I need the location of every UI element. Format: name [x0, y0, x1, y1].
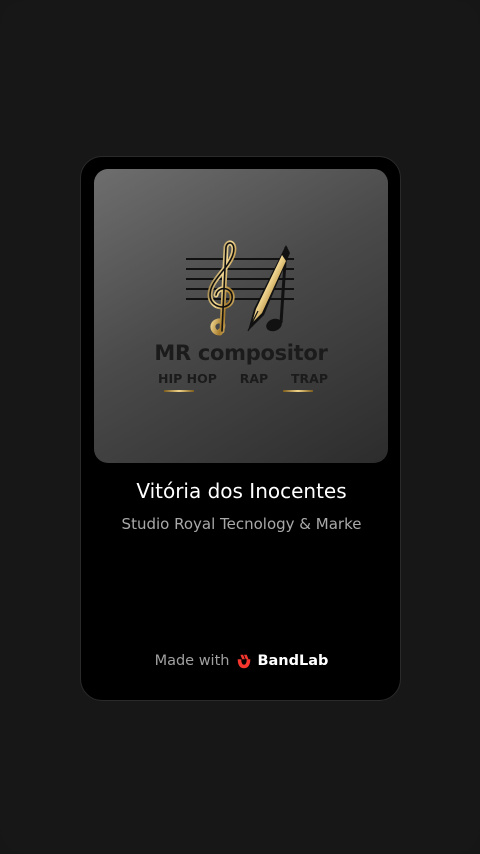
share-card: MR compositor HIP HOP RAP TRAP Vitória d…	[80, 156, 401, 701]
cover-genres: HIP HOP RAP TRAP	[158, 371, 328, 386]
genre-label: TRAP	[291, 371, 328, 386]
screen: MR compositor HIP HOP RAP TRAP Vitória d…	[0, 0, 480, 854]
bandlab-logo-icon	[238, 654, 251, 669]
track-title[interactable]: Vitória dos Inocentes	[81, 479, 402, 503]
artist-name[interactable]: Studio Royal Tecnology & Marke	[81, 515, 402, 533]
cover-logo-title: MR compositor	[154, 341, 328, 365]
music-logo-icon	[186, 240, 294, 336]
gold-divider-left	[164, 390, 194, 392]
album-cover[interactable]: MR compositor HIP HOP RAP TRAP	[94, 169, 388, 463]
genre-label: HIP HOP	[158, 371, 217, 386]
made-with-bandlab[interactable]: Made with BandLab	[81, 652, 402, 670]
gold-divider-right	[283, 390, 313, 392]
bandlab-brand: BandLab	[257, 653, 329, 669]
genre-label: RAP	[239, 371, 269, 386]
made-with-label: Made with	[154, 653, 230, 669]
